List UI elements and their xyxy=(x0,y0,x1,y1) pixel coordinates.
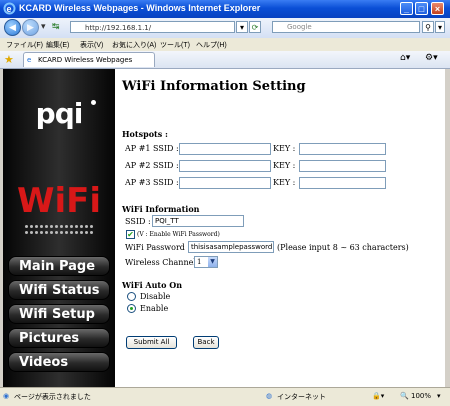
search-input[interactable]: Google xyxy=(272,21,420,33)
address-toolbar: ◀ ▶ ▾ ↹ http://192.168.1.1/ ▾ ⟳ → Google… xyxy=(0,18,450,38)
auto-on-heading: WiFi Auto On xyxy=(122,280,183,290)
url-dropdown-icon[interactable]: ▾ xyxy=(236,21,248,33)
menu-view[interactable]: 表示(V) xyxy=(80,40,103,50)
ap3-key-input[interactable] xyxy=(299,177,386,189)
sidebar: pqi WiFi Main Page Wifi Status Wifi Setu… xyxy=(3,69,115,387)
tab-bar: ★ e KCARD Wireless Webpages ⌂▾ ⚙▾ xyxy=(0,51,450,69)
page-content: pqi WiFi Main Page Wifi Status Wifi Setu… xyxy=(3,69,445,387)
refresh-icon[interactable]: ⟳ xyxy=(249,21,261,33)
password-hint: (Please input 8 ~ 63 characters) xyxy=(277,243,409,252)
logo-dot xyxy=(91,100,96,105)
ap1-ssid-label: AP #1 SSID : xyxy=(125,144,179,153)
ie-icon: e xyxy=(3,2,16,15)
wireless-channel-label: Wireless Channel : xyxy=(125,258,202,267)
hotspots-heading: Hotspots : xyxy=(122,129,168,139)
zone-text: インターネット xyxy=(277,393,326,401)
tab-kcard[interactable]: e KCARD Wireless Webpages xyxy=(23,52,155,67)
enable-password-checkbox[interactable]: ✔ xyxy=(126,230,135,239)
tab-label: KCARD Wireless Webpages xyxy=(38,56,133,64)
back-button[interactable]: Back xyxy=(193,336,219,349)
page-title: WiFi Information Setting xyxy=(122,79,306,94)
wireless-channel-select[interactable]: 1 ▼ xyxy=(194,256,218,268)
auto-on-enable-label: Enable xyxy=(140,304,169,313)
zoom-dropdown-icon[interactable]: ▾ xyxy=(437,392,441,400)
svg-text:e: e xyxy=(7,4,12,14)
window-title-bar: e KCARD Wireless Webpages - Windows Inte… xyxy=(0,0,450,18)
settings-form: WiFi Information Setting Hotspots : AP #… xyxy=(122,69,442,387)
forward-nav-button[interactable]: ▶ xyxy=(22,19,39,36)
ap3-ssid-label: AP #3 SSID : xyxy=(125,178,179,187)
home-icon[interactable]: ⌂▾ xyxy=(400,53,410,63)
chevron-down-icon: ▼ xyxy=(208,257,217,267)
submit-all-button[interactable]: Submit All xyxy=(126,336,177,349)
nav-wifi-status[interactable]: Wifi Status xyxy=(8,280,110,300)
page-status-icon: ◉ xyxy=(3,392,10,400)
back-nav-button[interactable]: ◀ xyxy=(4,19,21,36)
window-title: KCARD Wireless Webpages - Windows Intern… xyxy=(19,3,261,13)
pqi-logo: pqi xyxy=(35,97,84,130)
wifi-brand: WiFi xyxy=(16,181,102,221)
url-input[interactable]: http://192.168.1.1/ xyxy=(70,21,235,33)
ap1-key-input[interactable] xyxy=(299,143,386,155)
nav-wifi-setup[interactable]: Wifi Setup xyxy=(8,304,110,324)
ap1-ssid-input[interactable] xyxy=(179,143,271,155)
ap2-key-label: KEY : xyxy=(273,161,296,170)
search-icon[interactable]: ⚲ xyxy=(422,21,434,33)
nav-main-page[interactable]: Main Page xyxy=(8,256,110,276)
status-bar: ◉ ページが表示されました ◍ インターネット 🔒▾ 🔍 100% ▾ xyxy=(0,387,450,406)
enable-password-label: (V : Enable WiFi Password) xyxy=(137,231,220,238)
ap1-key-label: KEY : xyxy=(273,144,296,153)
search-options-icon[interactable]: ▾ xyxy=(435,21,445,33)
ap2-ssid-label: AP #2 SSID : xyxy=(125,161,179,170)
nav-dropdown-icon[interactable]: ▾ xyxy=(41,22,46,32)
close-button[interactable]: × xyxy=(431,2,444,15)
auto-on-disable-radio[interactable] xyxy=(127,292,136,301)
wifi-dots-decoration xyxy=(25,225,95,235)
zoom-icon[interactable]: 🔍 xyxy=(400,392,409,400)
wireless-channel-value: 1 xyxy=(197,258,202,266)
favorites-add-icon[interactable]: ↹ xyxy=(52,22,60,32)
security-icon[interactable]: 🔒▾ xyxy=(372,392,384,400)
favorites-star-icon[interactable]: ★ xyxy=(4,53,14,66)
internet-zone-icon: ◍ xyxy=(266,392,273,400)
menu-tools[interactable]: ツール(T) xyxy=(160,40,190,50)
nav-videos[interactable]: Videos xyxy=(8,352,110,372)
minimize-button[interactable]: _ xyxy=(400,2,413,15)
tools-gear-icon[interactable]: ⚙▾ xyxy=(425,53,438,63)
auto-on-enable-radio[interactable] xyxy=(127,304,136,313)
ssid-label: SSID : xyxy=(125,217,151,226)
ssid-input[interactable]: PQI_TT xyxy=(152,215,244,227)
wifi-password-input[interactable]: thisisasamplepassword xyxy=(188,241,274,253)
wifi-info-heading: WiFi Information xyxy=(122,204,200,214)
maximize-button[interactable]: □ xyxy=(415,2,428,15)
ap3-ssid-input[interactable] xyxy=(179,177,271,189)
nav-pictures[interactable]: Pictures xyxy=(8,328,110,348)
ap2-key-input[interactable] xyxy=(299,160,386,172)
page-favicon-icon: e xyxy=(27,56,32,64)
auto-on-disable-label: Disable xyxy=(140,292,171,301)
zoom-level[interactable]: 100% xyxy=(411,392,431,400)
menu-bar: ファイル(F) 編集(E) 表示(V) お気に入り(A) ツール(T) ヘルプ(… xyxy=(0,38,450,51)
menu-file[interactable]: ファイル(F) xyxy=(6,40,43,50)
status-text: ページが表示されました xyxy=(14,393,91,401)
menu-favorites[interactable]: お気に入り(A) xyxy=(112,40,156,50)
ap3-key-label: KEY : xyxy=(273,178,296,187)
ap2-ssid-input[interactable] xyxy=(179,160,271,172)
menu-edit[interactable]: 編集(E) xyxy=(46,40,69,50)
wifi-password-label: WiFi Password : xyxy=(125,243,191,252)
menu-help[interactable]: ヘルプ(H) xyxy=(196,40,227,50)
